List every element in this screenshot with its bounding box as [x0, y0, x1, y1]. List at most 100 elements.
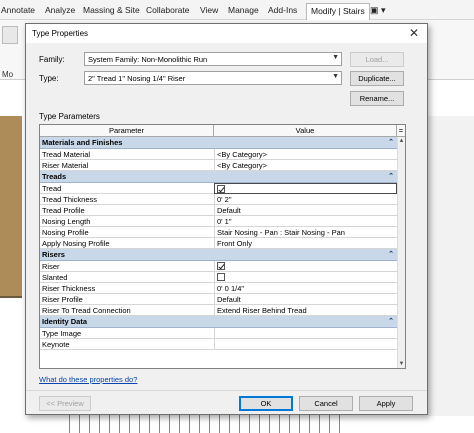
table-row[interactable]: Riser Material <By Category> — [40, 160, 397, 171]
param-value[interactable] — [214, 183, 397, 194]
layout-icon[interactable]: ▣ ▾ — [370, 5, 386, 16]
ribbon-modify-label: Mo — [2, 70, 14, 79]
group-identity-data[interactable]: Identity Data ⌃ — [40, 316, 397, 328]
param-value[interactable]: Extend Riser Behind Tread — [214, 305, 397, 316]
table-row[interactable]: Nosing Profile Stair Nosing - Pan : Stai… — [40, 227, 397, 238]
param-value[interactable] — [214, 339, 397, 350]
group-risers[interactable]: Risers ⌃ — [40, 249, 397, 261]
collapse-icon[interactable]: ⌃ — [388, 137, 394, 149]
param-name: Riser Thickness — [42, 284, 96, 293]
table-row[interactable]: Slanted — [40, 272, 397, 283]
param-name: Tread — [42, 184, 62, 193]
table-row[interactable]: Riser To Tread Connection Extend Riser B… — [40, 305, 397, 316]
collapse-icon[interactable]: ⌃ — [388, 316, 394, 328]
param-name: Tread Thickness — [42, 195, 98, 204]
table-row[interactable]: Apply Nosing Profile Front Only — [40, 238, 397, 249]
wood-floor-section — [0, 116, 22, 296]
table-row[interactable]: Nosing Length 0' 1" — [40, 216, 397, 227]
group-materials-finishes[interactable]: Materials and Finishes ⌃ — [40, 137, 397, 149]
table-scrollbar[interactable]: ▲ ▼ — [397, 137, 405, 368]
rename-button[interactable]: Rename... — [350, 91, 404, 106]
apply-button[interactable]: Apply — [359, 396, 413, 411]
chevron-down-icon: ▼ — [332, 73, 339, 80]
param-name: Riser To Tread Connection — [42, 306, 131, 315]
param-value[interactable]: 0' 2" — [214, 194, 397, 205]
preview-button[interactable]: << Preview — [39, 396, 91, 411]
param-name: Slanted — [42, 273, 68, 282]
column-header-value[interactable]: Value — [214, 125, 397, 137]
tab-annotate[interactable]: Annotate — [1, 5, 35, 15]
table-row[interactable]: Tread Material <By Category> — [40, 149, 397, 160]
param-value[interactable]: Front Only — [214, 238, 397, 249]
slanted-checkbox[interactable] — [217, 273, 225, 281]
family-value: System Family: Non-Monolithic Run — [88, 55, 208, 64]
help-link[interactable]: What do these properties do? — [39, 375, 137, 384]
tab-add-ins[interactable]: Add-Ins — [268, 5, 297, 15]
param-name: Keynote — [42, 340, 70, 349]
group-label: Risers — [42, 250, 65, 259]
collapse-icon[interactable]: ⌃ — [388, 171, 394, 183]
table-row[interactable]: Riser Profile Default — [40, 294, 397, 305]
param-name: Nosing Profile — [42, 228, 89, 237]
dialog-titlebar: Type Properties ✕ — [26, 24, 427, 43]
tab-collaborate[interactable]: Collaborate — [146, 5, 189, 15]
table-row[interactable]: Tread — [40, 183, 397, 194]
table-row[interactable]: Keynote — [40, 339, 397, 350]
type-label: Type: — [39, 74, 59, 83]
param-value[interactable]: Default — [214, 294, 397, 305]
param-value[interactable]: 0' 1" — [214, 216, 397, 227]
scroll-up-icon[interactable]: ▲ — [398, 137, 405, 145]
param-value[interactable]: 0' 0 1/4" — [214, 283, 397, 294]
param-value[interactable] — [214, 272, 397, 283]
close-icon[interactable]: ✕ — [409, 27, 419, 39]
type-select[interactable]: 2" Tread 1" Nosing 1/4" Riser ▼ — [84, 71, 342, 85]
type-parameters-table: Parameter Value = Materials and Finishes… — [39, 124, 406, 369]
table-row[interactable]: Tread Thickness 0' 2" — [40, 194, 397, 205]
param-name: Riser — [42, 262, 60, 271]
group-treads[interactable]: Treads ⌃ — [40, 171, 397, 183]
family-label: Family: — [39, 55, 65, 64]
table-header: Parameter Value = — [40, 125, 405, 137]
param-name: Tread Profile — [42, 206, 85, 215]
chevron-down-icon: ▼ — [332, 54, 339, 61]
scroll-down-icon[interactable]: ▼ — [398, 360, 405, 368]
tread-checkbox[interactable] — [217, 185, 225, 193]
param-value[interactable] — [214, 328, 397, 339]
dialog-separator — [26, 390, 427, 391]
param-value[interactable]: Default — [214, 205, 397, 216]
tab-massing-site[interactable]: Massing & Site — [83, 5, 140, 15]
param-value[interactable]: <By Category> — [214, 149, 397, 160]
load-button[interactable]: Load... — [350, 52, 404, 67]
riser-checkbox[interactable] — [217, 262, 225, 270]
table-row[interactable]: Tread Profile Default — [40, 205, 397, 216]
table-row[interactable]: Type Image — [40, 328, 397, 339]
table-body: Materials and Finishes ⌃ Tread Material … — [40, 137, 397, 350]
tab-analyze[interactable]: Analyze — [45, 5, 75, 15]
wood-floor-edge — [0, 296, 22, 298]
param-name: Nosing Length — [42, 217, 91, 226]
table-row[interactable]: Riser Thickness 0' 0 1/4" — [40, 283, 397, 294]
param-name: Type Image — [42, 329, 82, 338]
cancel-button[interactable]: Cancel — [299, 396, 353, 411]
param-value[interactable]: <By Category> — [214, 160, 397, 171]
collapse-icon[interactable]: ⌃ — [388, 249, 394, 261]
table-row[interactable]: Riser — [40, 261, 397, 272]
param-value[interactable]: Stair Nosing - Pan : Stair Nosing - Pan — [214, 227, 397, 238]
type-value: 2" Tread 1" Nosing 1/4" Riser — [88, 74, 186, 83]
param-value[interactable] — [214, 261, 397, 272]
tab-manage[interactable]: Manage — [228, 5, 259, 15]
type-properties-dialog: Type Properties ✕ Family: System Family:… — [25, 23, 428, 415]
modify-tool-icon[interactable] — [2, 26, 18, 44]
ok-button[interactable]: OK — [239, 396, 293, 411]
family-select[interactable]: System Family: Non-Monolithic Run ▼ — [84, 52, 342, 66]
column-header-equals[interactable]: = — [397, 125, 405, 137]
duplicate-button[interactable]: Duplicate... — [350, 71, 404, 86]
type-parameters-label: Type Parameters — [39, 112, 100, 121]
tab-modify-stairs[interactable]: Modify | Stairs — [306, 3, 370, 20]
param-name: Riser Profile — [42, 295, 83, 304]
stair-treads-drawing — [60, 414, 340, 433]
tab-view[interactable]: View — [200, 5, 218, 15]
column-header-parameter[interactable]: Parameter — [40, 125, 214, 137]
ribbon-tab-bar: Annotate Analyze Massing & Site Collabor… — [0, 0, 474, 20]
properties-palette-edge — [428, 116, 474, 416]
